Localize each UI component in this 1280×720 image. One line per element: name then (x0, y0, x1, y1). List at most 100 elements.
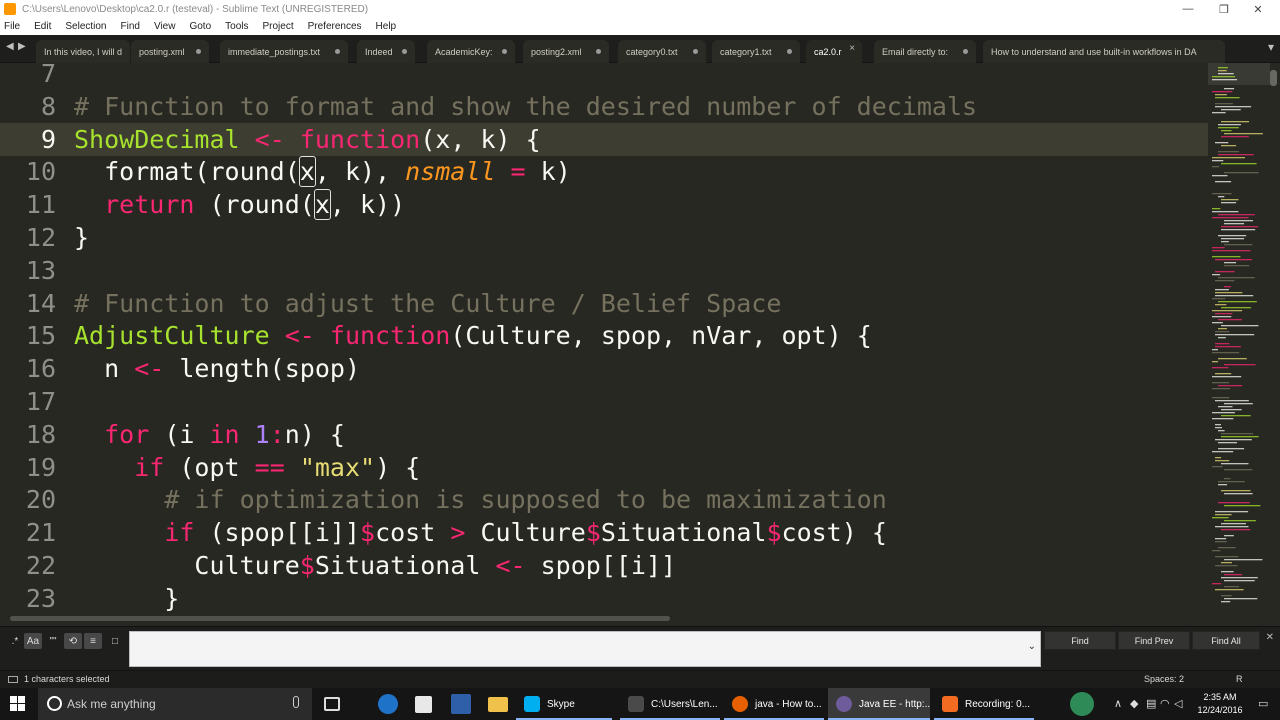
find-history-dropdown-icon[interactable]: ⌄ (1028, 641, 1036, 652)
task-view-icon[interactable] (324, 697, 340, 711)
minimap[interactable] (1208, 63, 1280, 611)
tab-category1[interactable]: category1.txt (712, 40, 800, 63)
tab-close-icon[interactable]: × (849, 43, 855, 54)
code-line[interactable]: 8 # Function to format and show the desir… (0, 90, 1208, 123)
line-number[interactable]: 12 (0, 221, 56, 254)
line-number[interactable]: 16 (0, 352, 56, 385)
tab-immediate-postings[interactable]: immediate_postings.txt (220, 40, 348, 63)
tab-prev-icon[interactable]: ◀ (6, 41, 14, 52)
case-sensitive-icon[interactable]: Aa (24, 633, 42, 649)
code-line[interactable]: 23 } (0, 582, 1208, 611)
whole-word-icon[interactable]: "" (44, 633, 62, 649)
maximize-button[interactable]: ❐ (1206, 0, 1242, 18)
network-icon[interactable]: ▤ (1146, 697, 1156, 710)
find-prev-button[interactable]: Find Prev (1118, 631, 1190, 650)
vertical-scrollbar[interactable] (1270, 70, 1277, 86)
code-line[interactable]: 7 (0, 63, 1208, 90)
menu-preferences[interactable]: Preferences (308, 21, 362, 32)
menu-goto[interactable]: Goto (189, 21, 211, 32)
store-icon[interactable] (415, 696, 432, 713)
tab-category0[interactable]: category0.txt (618, 40, 706, 63)
edge-icon[interactable] (378, 694, 398, 714)
menu-find[interactable]: Find (121, 21, 140, 32)
find-button[interactable]: Find (1044, 631, 1116, 650)
code-line[interactable]: 10 format(round(x, k), nsmall = k) (0, 155, 1208, 188)
syntax-setting[interactable]: R (1236, 674, 1243, 684)
task-firefox[interactable]: java - How to... (724, 688, 824, 720)
line-number[interactable]: 19 (0, 451, 56, 484)
wrap-icon[interactable]: ⟲ (64, 633, 82, 649)
menu-view[interactable]: View (154, 21, 176, 32)
regex-icon[interactable]: .* (6, 633, 24, 649)
code-line[interactable]: 11 return (round(x, k)) (0, 188, 1208, 221)
windows-start-icon[interactable] (10, 696, 26, 712)
menu-tools[interactable]: Tools (225, 21, 248, 32)
horizontal-scrollbar[interactable] (0, 611, 1208, 626)
tab-list-icon[interactable]: ▾ (1268, 40, 1274, 54)
clock[interactable]: 2:35 AM 12/24/2016 (1190, 691, 1250, 717)
line-number[interactable]: 21 (0, 516, 56, 549)
line-number[interactable]: 13 (0, 254, 56, 287)
code-line[interactable]: 14 # Function to adjust the Culture / Bel… (0, 287, 1208, 320)
code-line[interactable]: 19 if (opt == "max") { (0, 451, 1208, 484)
tab-indeed[interactable]: Indeed (357, 40, 415, 63)
line-number[interactable]: 17 (0, 385, 56, 418)
code-line[interactable]: 17 (0, 385, 1208, 418)
activity-monitor-icon[interactable] (1070, 692, 1094, 716)
line-number[interactable]: 10 (0, 155, 56, 188)
menu-project[interactable]: Project (263, 21, 294, 32)
code-line[interactable]: 20 # if optimization is supposed to be m… (0, 483, 1208, 516)
line-number[interactable]: 22 (0, 549, 56, 582)
tab-next-icon[interactable]: ▶ (18, 41, 26, 52)
task-skype[interactable]: Skype (516, 688, 612, 720)
menu-selection[interactable]: Selection (65, 21, 106, 32)
line-number[interactable]: 8 (0, 90, 56, 123)
task-eclipse[interactable]: Java EE - http:... (828, 688, 930, 720)
menu-file[interactable]: File (4, 21, 20, 32)
tab-academickey[interactable]: AcademicKey: (427, 40, 515, 63)
panel-toggle-icon[interactable] (8, 676, 18, 683)
tab-in-this-video[interactable]: In this video, I will d (36, 40, 130, 63)
line-number[interactable]: 20 (0, 483, 56, 516)
microphone-icon[interactable] (293, 696, 299, 708)
tab-workflows-da[interactable]: How to understand and use built-in workf… (983, 40, 1225, 63)
tab-posting2-xml[interactable]: posting2.xml (523, 40, 609, 63)
in-selection-icon[interactable]: ≡ (84, 633, 102, 649)
notifications-icon[interactable]: ▭ (1258, 697, 1268, 710)
tray-expand-icon[interactable]: ∧ (1114, 697, 1122, 710)
code-line[interactable]: 15 AdjustCulture <- function(Culture, spo… (0, 319, 1208, 352)
code-line[interactable]: 21 if (spop[[i]]$cost > Culture$Situatio… (0, 516, 1208, 549)
tab-email-directly[interactable]: Email directly to: (874, 40, 976, 63)
line-number[interactable]: 18 (0, 418, 56, 451)
file-explorer-icon[interactable] (488, 697, 508, 712)
tab-ca2-r[interactable]: ca2.0.r × (806, 40, 862, 63)
find-input[interactable]: ⌄ (129, 631, 1041, 667)
volume-icon[interactable]: ◁ (1174, 697, 1182, 710)
line-number[interactable]: 9 (0, 123, 56, 156)
code-line[interactable]: 22 Culture$Situational <- spop[[i]] (0, 549, 1208, 582)
task-recording[interactable]: Recording: 0... (934, 688, 1034, 720)
code-line[interactable]: 16 n <- length(spop) (0, 352, 1208, 385)
line-number[interactable]: 11 (0, 188, 56, 221)
task-sublime[interactable]: C:\Users\Len... (620, 688, 720, 720)
close-button[interactable]: ✕ (1240, 0, 1276, 18)
wifi-icon[interactable]: ◠ (1160, 697, 1170, 710)
find-all-button[interactable]: Find All (1192, 631, 1260, 650)
highlight-matches-icon[interactable]: □ (106, 633, 124, 649)
tray-app-icon[interactable]: ◆ (1130, 697, 1138, 710)
code-line[interactable]: 12} (0, 221, 1208, 254)
menu-help[interactable]: Help (376, 21, 397, 32)
indentation-setting[interactable]: Spaces: 2 (1144, 674, 1184, 684)
line-number[interactable]: 15 (0, 319, 56, 352)
minimize-button[interactable]: — (1170, 0, 1206, 18)
visual-studio-icon[interactable] (451, 694, 471, 714)
code-editor[interactable]: 7 8 # Function to format and show the desi… (0, 63, 1208, 611)
line-number[interactable]: 14 (0, 287, 56, 320)
line-number[interactable]: 23 (0, 582, 56, 611)
code-line[interactable]: 13 (0, 254, 1208, 287)
line-number[interactable]: 7 (0, 63, 56, 90)
find-close-icon[interactable]: ✕ (1266, 632, 1274, 643)
menu-edit[interactable]: Edit (34, 21, 51, 32)
tab-posting-xml[interactable]: posting.xml (131, 40, 209, 63)
code-line[interactable]: 9 ShowDecimal <- function(x, k) { (0, 122, 1208, 156)
